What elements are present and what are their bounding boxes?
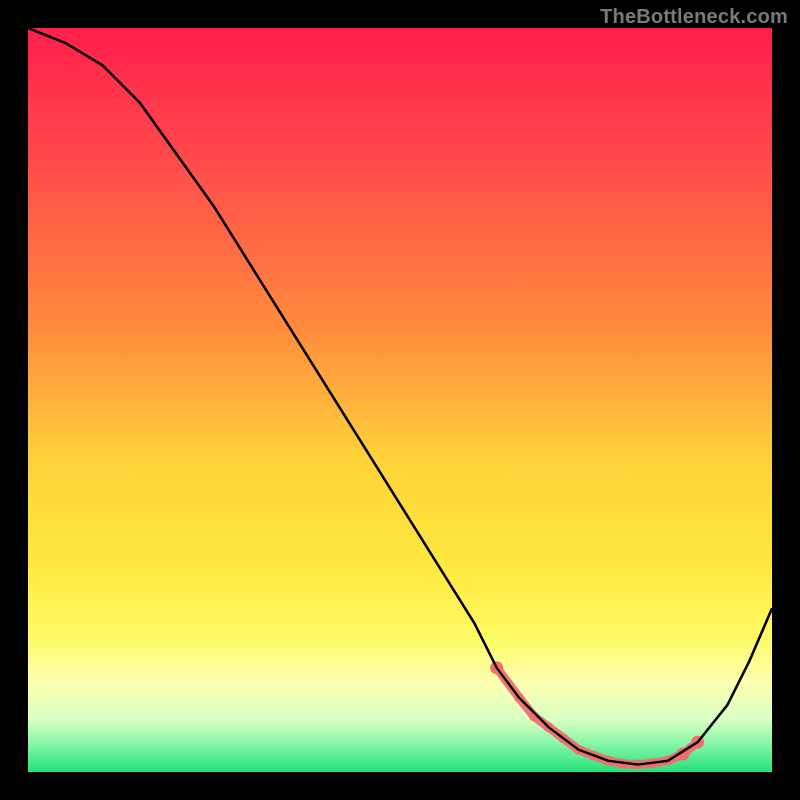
chart-frame <box>28 28 772 772</box>
gradient-background <box>28 28 772 772</box>
chart-canvas <box>28 28 772 772</box>
watermark-text: TheBottleneck.com <box>600 6 788 29</box>
